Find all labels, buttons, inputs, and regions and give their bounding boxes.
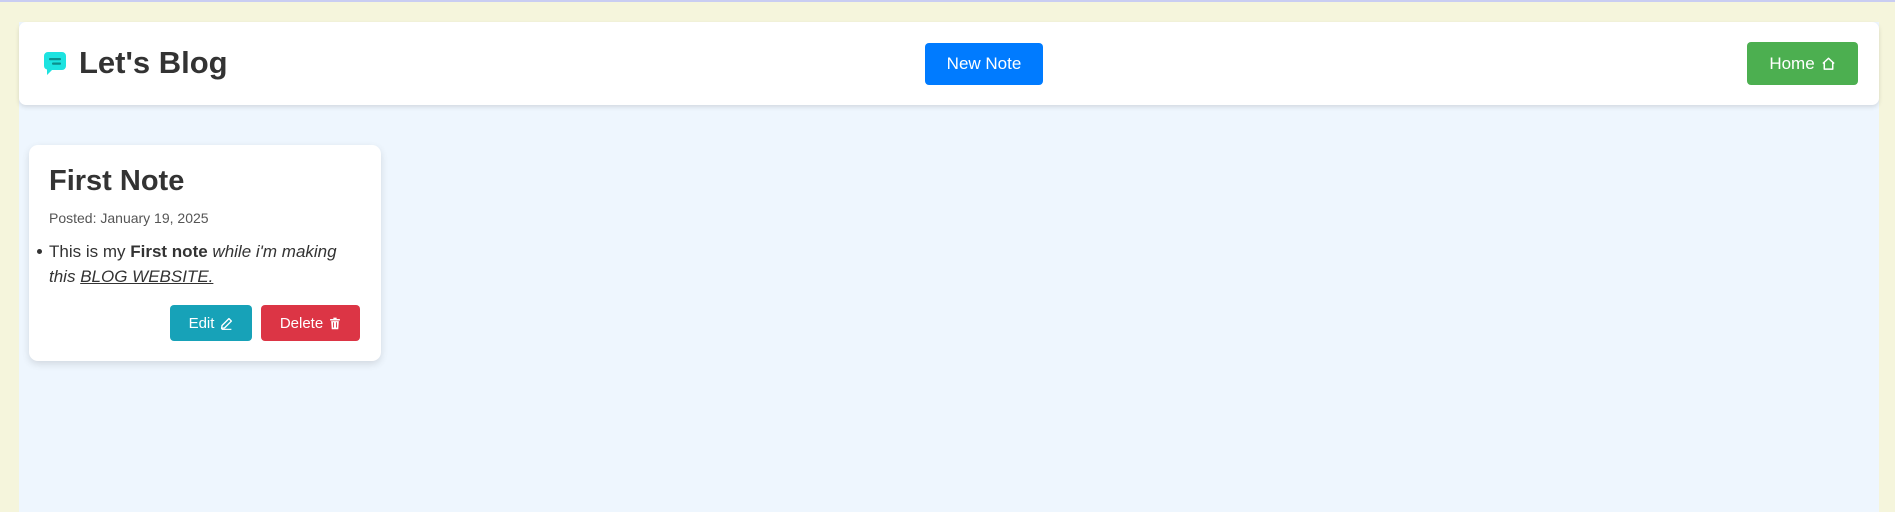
note-content: This is my First note while i'm making t… xyxy=(37,239,365,289)
delete-button[interactable]: Delete xyxy=(261,305,360,341)
delete-label: Delete xyxy=(279,314,324,332)
home-button[interactable]: Home xyxy=(1747,42,1858,85)
pencil-icon xyxy=(221,317,233,330)
home-icon xyxy=(1822,57,1835,70)
site-title: Let's Blog xyxy=(79,45,228,80)
note-posted-date: Posted: January 19, 2025 xyxy=(49,210,209,226)
trash-icon xyxy=(330,317,341,329)
new-note-label: New Note xyxy=(946,54,1022,73)
note-title: First Note xyxy=(49,165,185,197)
new-note-button[interactable]: New Note xyxy=(925,43,1043,85)
note-content-item: This is my First note while i'm making t… xyxy=(37,239,365,289)
note-text-plain: This is my xyxy=(49,242,131,261)
bullet-icon xyxy=(37,249,42,254)
edit-label: Edit xyxy=(188,314,215,332)
home-label: Home xyxy=(1769,53,1815,73)
note-text-bold: First note xyxy=(130,242,208,261)
note-card: First Note Posted: January 19, 2025 This… xyxy=(29,145,381,361)
note-text-underline: BLOG WEBSITE. xyxy=(80,267,214,286)
edit-button[interactable]: Edit xyxy=(170,305,252,341)
chat-bubble-icon xyxy=(43,50,67,76)
top-border xyxy=(0,0,1895,2)
brand[interactable]: Let's Blog xyxy=(43,46,228,80)
